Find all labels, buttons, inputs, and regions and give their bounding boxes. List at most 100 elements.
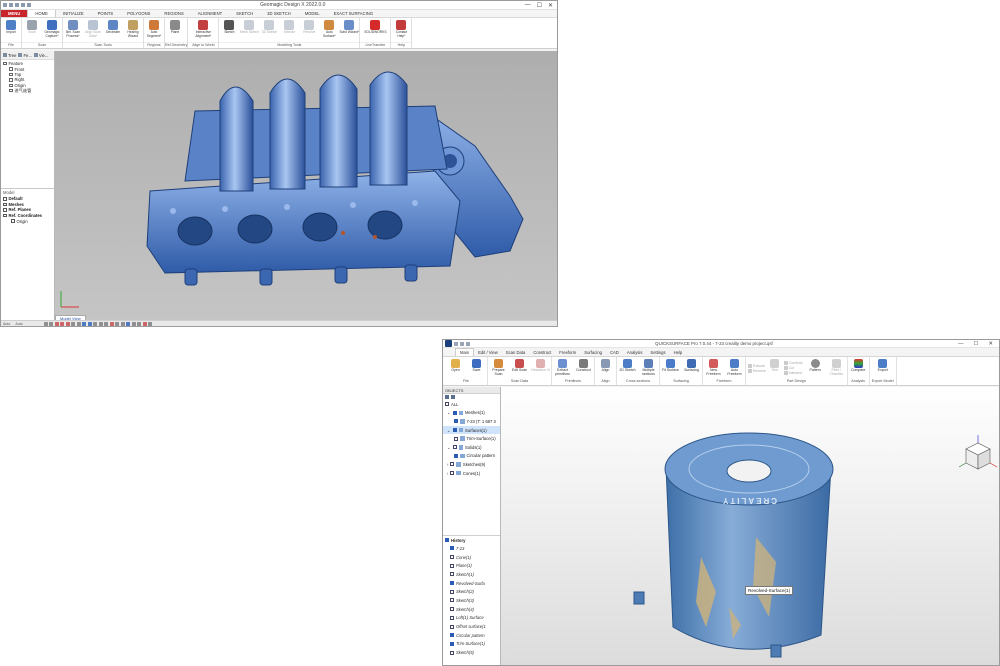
3d-sketch-button[interactable]: 3D Sketch: [259, 18, 279, 42]
history-item[interactable]: Trim-Surface(1): [443, 640, 500, 649]
tab-sketch[interactable]: SKETCH: [229, 10, 260, 17]
selection-mode-dropdown[interactable]: Auto: [3, 322, 10, 326]
tab-points[interactable]: POINTS: [91, 10, 121, 17]
tab-surfacing[interactable]: Surfacing: [580, 348, 606, 356]
checkbox-icon[interactable]: [452, 410, 457, 415]
checkbox-icon[interactable]: [450, 563, 454, 568]
checkbox-icon[interactable]: [450, 641, 454, 646]
cut-button[interactable]: Cut: [783, 366, 803, 370]
combine-button[interactable]: Combine: [783, 361, 803, 365]
tab-3d-sketch[interactable]: 3D SKETCH: [260, 10, 298, 17]
tree-item-mesh-7-23[interactable]: 7-23 (T: 1 687 3: [443, 417, 500, 426]
checkbox-icon[interactable]: [450, 546, 454, 551]
tab-tree[interactable]: Tree: [3, 53, 16, 58]
expand-icon[interactable]: [445, 395, 449, 399]
plane-button[interactable]: Plane: [165, 18, 185, 42]
geomagic-3d-viewport[interactable]: Model View: [55, 51, 557, 321]
close-button[interactable]: ✕: [988, 341, 993, 347]
history-item[interactable]: Plane(1): [443, 561, 500, 570]
solid-wizard-button[interactable]: Solid Wizard*: [339, 18, 359, 42]
history-item[interactable]: Circular pattern: [443, 631, 500, 640]
view-icon[interactable]: [104, 321, 109, 326]
checkbox-icon[interactable]: [450, 589, 454, 594]
minimize-button[interactable]: —: [525, 2, 531, 9]
view-icon[interactable]: [131, 321, 136, 326]
shade-icon[interactable]: [87, 321, 92, 326]
tab-analysis[interactable]: Analysis: [623, 348, 647, 356]
shade-icon[interactable]: [126, 321, 131, 326]
tree-item-circular-pattern[interactable]: Circular pattern: [443, 452, 500, 461]
checkbox-icon[interactable]: [452, 445, 457, 450]
view-icon[interactable]: [120, 321, 125, 326]
tab-view[interactable]: Vie...: [33, 53, 48, 58]
scan-button[interactable]: Scan: [22, 18, 42, 42]
construct-button[interactable]: Construct: [573, 357, 594, 379]
pattern-button[interactable]: Pattern: [805, 357, 826, 379]
tab-feature[interactable]: Fe...: [18, 53, 32, 58]
geomagic-capture-button[interactable]: Geomagic Capture*: [42, 18, 62, 42]
view-icon[interactable]: [71, 321, 76, 326]
auto-segment-button[interactable]: Auto Segment*: [144, 18, 164, 42]
minimize-button[interactable]: —: [958, 341, 964, 347]
fillet-chamfer-button[interactable]: Fillet / Chamfer: [826, 357, 847, 379]
checkbox-icon[interactable]: [11, 219, 15, 223]
healing-wizard-button[interactable]: Healing Wizard: [123, 18, 143, 42]
extract-primitives-button[interactable]: Extract primitives: [552, 357, 573, 379]
tab-home[interactable]: HOME: [27, 10, 56, 17]
revolve-button[interactable]: Revolve: [299, 18, 319, 42]
checkbox-icon[interactable]: [450, 615, 454, 620]
checkbox-icon[interactable]: [452, 428, 457, 433]
maximize-button[interactable]: ☐: [973, 341, 978, 347]
history-item[interactable]: Loft(1) Surface: [443, 614, 500, 623]
mesh-sketch-button[interactable]: Mesh Sketch: [239, 18, 259, 42]
extrude-button[interactable]: Extrude: [279, 18, 299, 42]
open-button[interactable]: Open: [445, 357, 466, 379]
quick-access-toolbar[interactable]: [454, 341, 470, 346]
auto-surface-button[interactable]: Auto Surface*: [319, 18, 339, 42]
view-icon[interactable]: [76, 321, 81, 326]
decimate-button[interactable]: Decimate: [103, 18, 123, 42]
history-item[interactable]: Sketch(4): [443, 605, 500, 614]
view-icon[interactable]: [49, 321, 54, 326]
checkbox-icon[interactable]: [450, 624, 454, 629]
history-item[interactable]: Sketch(1): [443, 570, 500, 579]
align-scan-data-button[interactable]: Align Scan Data*: [83, 18, 103, 42]
2d-sketch-button[interactable]: 2D Sketch: [617, 357, 638, 379]
multiple-sections-button[interactable]: Multiple sections: [638, 357, 659, 379]
tab-edit-view[interactable]: Edit / View: [474, 348, 502, 356]
checkbox-icon[interactable]: [445, 538, 449, 542]
bel-scan-process-button[interactable]: Bel. Scan Process*: [63, 18, 83, 42]
checkbox-icon[interactable]: [3, 202, 7, 207]
intersect-button[interactable]: Intersect: [783, 371, 803, 375]
history-item[interactable]: Cone(1): [443, 553, 500, 562]
tree-item-meshes[interactable]: ⌄ Meshes(1): [443, 409, 500, 418]
align-button[interactable]: Align: [595, 357, 616, 379]
history-item[interactable]: 7-23: [443, 544, 500, 553]
history-item[interactable]: Revolved-Surfa: [443, 579, 500, 588]
model-item-origin[interactable]: Origin: [3, 218, 52, 224]
tree-item-trim-surface[interactable]: Trim-Surface(1): [443, 434, 500, 443]
tree-item-solids[interactable]: ⌄ Solids(1): [443, 443, 500, 452]
maximize-button[interactable]: ☐: [537, 2, 542, 9]
tab-initialize[interactable]: INITIALIZE: [56, 10, 91, 17]
edit-scan-button[interactable]: Edit Scan: [509, 357, 530, 379]
tab-regions[interactable]: REGIONS: [157, 10, 190, 17]
view-icon[interactable]: [148, 321, 153, 326]
checkbox-icon[interactable]: [450, 650, 454, 655]
checkbox-icon[interactable]: [454, 453, 458, 458]
checkbox-icon[interactable]: [450, 572, 454, 577]
tab-polygons[interactable]: POLYGONS: [120, 10, 157, 17]
select-icon[interactable]: [60, 321, 65, 326]
collapse-icon[interactable]: [451, 395, 455, 399]
history-item[interactable]: Sketch(5): [443, 648, 500, 657]
quicksurface-3d-viewport[interactable]: CREALITY Revolved-Surface(1): [501, 387, 999, 665]
surfacing-button[interactable]: Surfacing: [681, 357, 702, 379]
tab-alignment[interactable]: ALIGNMENT: [191, 10, 229, 17]
tree-item-all[interactable]: ALL: [443, 400, 500, 409]
checkbox-icon[interactable]: [450, 581, 454, 586]
checkbox-icon[interactable]: [450, 555, 454, 560]
select-icon[interactable]: [54, 321, 59, 326]
tab-exact-surfacing[interactable]: EXACT SURFACING: [327, 10, 380, 17]
tab-main[interactable]: Main: [455, 348, 475, 356]
tab-freeform[interactable]: Freeform: [555, 348, 580, 356]
